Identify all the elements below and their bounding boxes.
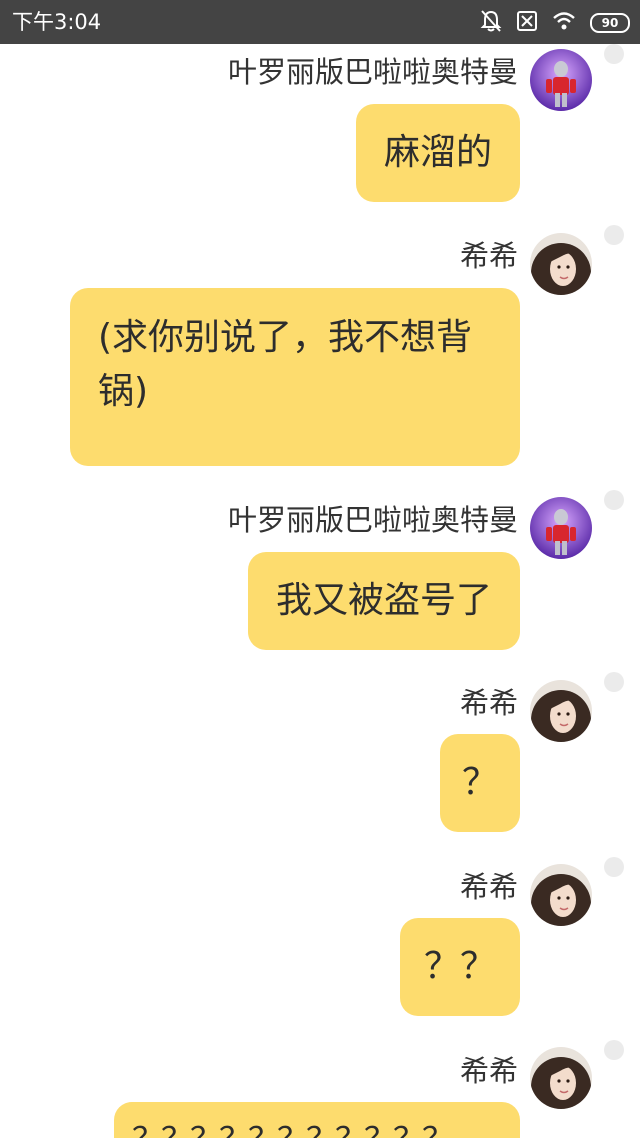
- status-dot: [604, 44, 624, 64]
- sender-name: 希希: [459, 1054, 518, 1088]
- message-bubble[interactable]: 麻溜的: [355, 104, 520, 202]
- sender-name: 叶罗丽版巴啦啦奥特曼: [227, 503, 518, 537]
- status-dot: [604, 490, 624, 510]
- status-bar: 下午3:04 90: [0, 0, 640, 44]
- status-icons: 90: [480, 10, 630, 36]
- status-dot: [604, 1040, 624, 1060]
- status-time: 下午3:04: [12, 10, 102, 34]
- message-bubble[interactable]: ？？: [399, 918, 520, 1016]
- sender-name: 希希: [459, 870, 518, 904]
- wifi-icon: [552, 11, 576, 35]
- ultraman-avatar[interactable]: [530, 497, 592, 559]
- girl-avatar[interactable]: [530, 864, 592, 926]
- girl-avatar[interactable]: [530, 1047, 592, 1109]
- battery-icon: 90: [590, 13, 630, 33]
- sender-name: 叶罗丽版巴啦啦奥特曼: [227, 55, 518, 89]
- no-sim-icon: [516, 10, 538, 36]
- message-bubble[interactable]: ？: [439, 734, 520, 832]
- sender-name: 希希: [459, 239, 518, 273]
- status-dot: [604, 672, 624, 692]
- girl-avatar[interactable]: [530, 233, 592, 295]
- sender-name: 希希: [459, 686, 518, 720]
- status-dot: [604, 225, 624, 245]
- status-dot: [604, 857, 624, 877]
- girl-avatar[interactable]: [530, 680, 592, 742]
- message-bubble[interactable]: 我又被盗号了: [247, 552, 520, 650]
- ultraman-avatar[interactable]: [530, 49, 592, 111]
- message-bubble[interactable]: (求你别说了，我不想背锅): [70, 288, 520, 466]
- bell-muted-icon: [480, 9, 502, 37]
- message-bubble[interactable]: ？？？？？？？？？？？: [114, 1102, 520, 1138]
